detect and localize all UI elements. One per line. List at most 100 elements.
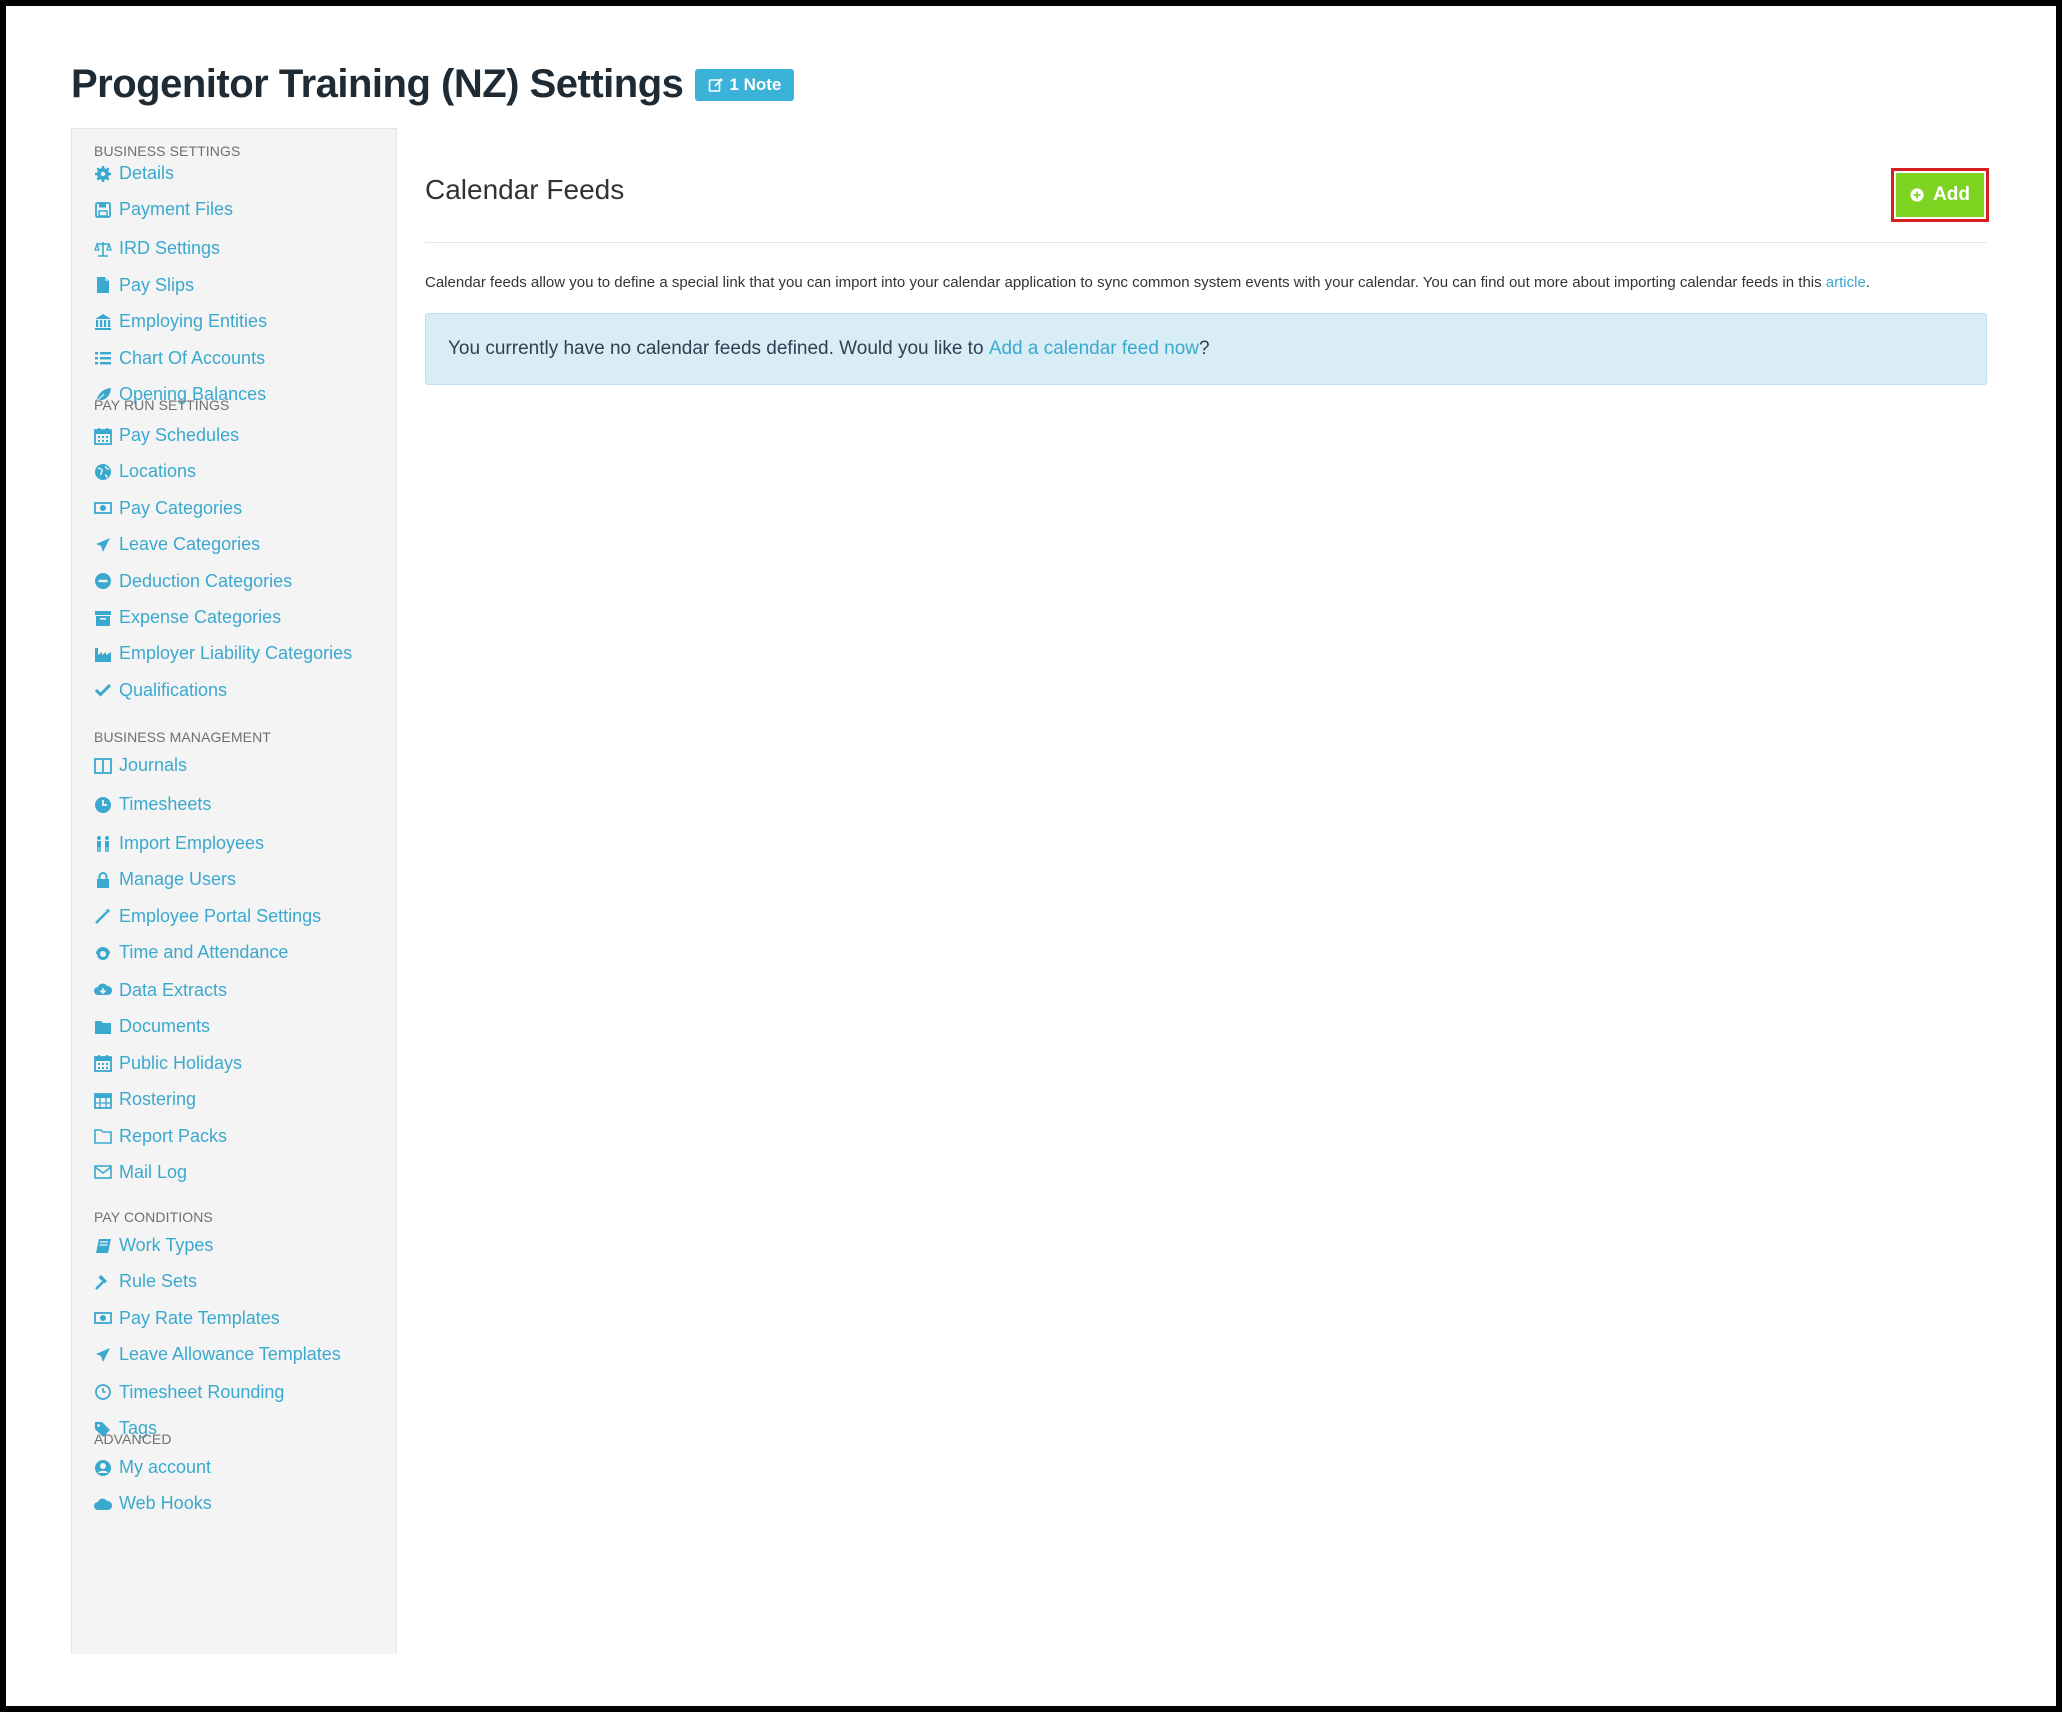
sidebar-item-import-employees[interactable]: Import Employees xyxy=(72,825,264,862)
gavel-icon xyxy=(94,1273,112,1291)
section-title: Calendar Feeds xyxy=(425,174,625,205)
sidebar-item-label: Chart Of Accounts xyxy=(119,347,266,368)
sidebar-item-label: Pay Schedules xyxy=(119,425,240,445)
sidebar-item-label: Timesheets xyxy=(119,794,212,814)
edit-icon xyxy=(709,77,723,92)
sidebar-item-web-hooks[interactable]: Web Hooks xyxy=(72,1485,212,1522)
globe-icon xyxy=(94,463,112,481)
sidebar-item-pay-slips[interactable]: Pay Slips xyxy=(72,267,194,304)
sidebar-item-label: Employee Portal Settings xyxy=(119,905,322,926)
alert-text: You currently have no calendar feeds def… xyxy=(448,338,984,359)
sidebar-item-label: Work Types xyxy=(119,1235,214,1255)
user-circle-icon xyxy=(94,1459,112,1477)
sidebar-item-ird-settings[interactable]: IRD Settings xyxy=(72,230,220,267)
sidebar-item-payment-files[interactable]: Payment Files xyxy=(72,191,233,228)
sidebar-item-label: Employer Liability Categories xyxy=(119,643,353,664)
description-text: Calendar feeds allow you to define a spe… xyxy=(425,274,1822,291)
plane-icon xyxy=(94,536,112,554)
sidebar-item-label: Rule Sets xyxy=(119,1271,198,1292)
calendar-grid-icon xyxy=(94,1091,112,1109)
sidebar-item-expense-categories[interactable]: Expense Categories xyxy=(72,599,281,636)
sidebar-item-label: Time and Attendance xyxy=(119,942,289,963)
calendar-icon xyxy=(94,1054,112,1073)
sidebar-item-chart-of-accounts[interactable]: Chart Of Accounts xyxy=(72,340,265,377)
sidebar-item-label: Locations xyxy=(119,461,197,482)
sidebar-item-label: Leave Allowance Templates xyxy=(119,1344,341,1365)
book-icon xyxy=(94,1237,112,1255)
sidebar-item-timesheet-rounding[interactable]: Timesheet Rounding xyxy=(72,1374,284,1411)
note-badge-label: 1 Note xyxy=(729,74,782,94)
minus-circle-icon xyxy=(94,572,112,590)
sidebar-item-pay-rate-templates[interactable]: Pay Rate Templates xyxy=(72,1300,280,1337)
sidebar-item-label: IRD Settings xyxy=(119,238,221,259)
headset-icon xyxy=(94,944,112,962)
sidebar-item-leave-categories[interactable]: Leave Categories xyxy=(72,526,260,563)
sidebar-item-label: Details xyxy=(119,163,175,183)
sidebar-item-label: Timesheet Rounding xyxy=(119,1381,285,1402)
sidebar-item-mail-log[interactable]: Mail Log xyxy=(72,1154,187,1191)
sidebar-item-label: Mail Log xyxy=(119,1161,188,1182)
sidebar-section-title: ADVANCED xyxy=(94,1431,172,1447)
folder-icon xyxy=(94,1018,112,1036)
article-link[interactable]: article xyxy=(1826,274,1866,291)
sidebar-item-employer-liability-categories[interactable]: Employer Liability Categories xyxy=(72,635,352,672)
sidebar-item-timesheets[interactable]: Timesheets xyxy=(72,786,211,823)
sidebar-item-label: Payment Files xyxy=(119,199,234,220)
sidebar-item-documents[interactable]: Documents xyxy=(72,1008,210,1045)
envelope-icon xyxy=(94,1163,112,1181)
industry-icon xyxy=(94,645,112,663)
sidebar-item-label: Manage Users xyxy=(119,869,237,890)
sidebar-section-title: BUSINESS MANAGEMENT xyxy=(94,729,271,745)
sidebar-item-journals[interactable]: Journals xyxy=(72,747,187,784)
sidebar-item-label: Deduction Categories xyxy=(119,570,293,591)
app-frame: Progenitor Training (NZ) Settings 1 Note… xyxy=(6,6,2056,1706)
description: Calendar feeds allow you to define a spe… xyxy=(425,271,1987,295)
sidebar-item-public-holidays[interactable]: Public Holidays xyxy=(72,1045,242,1082)
sidebar-item-data-extracts[interactable]: Data Extracts xyxy=(72,972,227,1009)
sidebar-item-label: Public Holidays xyxy=(119,1052,243,1073)
sidebar-item-label: Journals xyxy=(119,755,188,775)
users-icon xyxy=(94,835,112,853)
sidebar-item-qualifications[interactable]: Qualifications xyxy=(72,672,227,709)
sidebar-item-time-and-attendance[interactable]: Time and Attendance xyxy=(72,934,288,971)
alert-end: ? xyxy=(1199,338,1210,359)
note-badge[interactable]: 1 Note xyxy=(695,68,795,101)
clock-icon xyxy=(94,796,112,814)
sidebar-section-title: PAY RUN SETTINGS xyxy=(94,397,230,413)
sidebar-item-report-packs[interactable]: Report Packs xyxy=(72,1118,227,1155)
sidebar-item-label: Rostering xyxy=(119,1089,197,1110)
add-calendar-feed-link[interactable]: Add a calendar feed now xyxy=(989,338,1199,360)
sidebar-item-my-account[interactable]: My account xyxy=(72,1449,211,1486)
sidebar-item-details[interactable]: Details xyxy=(72,155,174,192)
sidebar-item-locations[interactable]: Locations xyxy=(72,453,196,490)
money-icon xyxy=(94,1309,112,1327)
archive-icon xyxy=(94,609,112,627)
sidebar-item-leave-allowance-templates[interactable]: Leave Allowance Templates xyxy=(72,1336,341,1373)
sidebar-item-label: Leave Categories xyxy=(119,534,261,555)
cloud-download-icon xyxy=(94,981,112,999)
sidebar-item-pay-schedules[interactable]: Pay Schedules xyxy=(72,417,239,454)
sidebar-item-label: Employing Entities xyxy=(119,311,268,332)
sidebar-item-employing-entities[interactable]: Employing Entities xyxy=(72,303,267,340)
add-button[interactable]: Add xyxy=(1896,173,1984,217)
sidebar-item-pay-categories[interactable]: Pay Categories xyxy=(72,490,242,527)
page-title: Progenitor Training (NZ) Settings xyxy=(71,62,684,106)
bank-icon xyxy=(94,313,112,331)
columns-icon xyxy=(94,757,112,775)
description-end: . xyxy=(1865,274,1870,291)
sidebar-item-label: Pay Categories xyxy=(119,497,243,518)
sidebar-item-rule-sets[interactable]: Rule Sets xyxy=(72,1263,197,1300)
check-icon xyxy=(94,681,112,699)
sidebar-item-deduction-categories[interactable]: Deduction Categories xyxy=(72,563,292,600)
add-button-label: Add xyxy=(1933,184,1970,205)
sidebar-item-label: Import Employees xyxy=(119,833,265,853)
sidebar-item-rostering[interactable]: Rostering xyxy=(72,1081,196,1118)
sidebar-item-employee-portal-settings[interactable]: Employee Portal Settings xyxy=(72,898,321,935)
floppy-icon xyxy=(94,201,112,219)
sidebar-item-work-types[interactable]: Work Types xyxy=(72,1227,213,1264)
cloud-icon xyxy=(94,1495,112,1513)
sidebar-item-manage-users[interactable]: Manage Users xyxy=(72,861,236,898)
empty-state-alert: You currently have no calendar feeds def… xyxy=(425,313,1987,385)
main-content: Calendar Feeds Add Calendar feeds allow … xyxy=(425,128,1989,385)
scale-icon xyxy=(94,240,112,258)
